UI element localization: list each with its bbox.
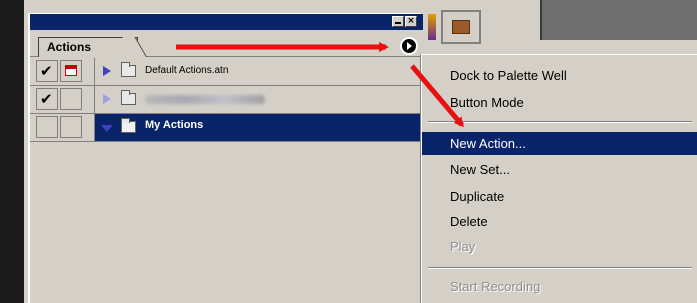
- menu-item-start-recording: Start Recording: [450, 279, 541, 294]
- blurred-set-name: [145, 95, 265, 104]
- checkmark-icon: ✔: [40, 62, 53, 80]
- background-canvas-area: [540, 0, 697, 40]
- action-set-row[interactable]: My Actions: [30, 114, 423, 142]
- set-name: Default Actions.atn: [145, 65, 229, 76]
- toggle-item-checkbox[interactable]: ✔: [36, 88, 58, 110]
- tab-actions[interactable]: Actions: [38, 37, 138, 57]
- expand-triangle-icon[interactable]: [103, 94, 111, 104]
- action-set-list: ✔ Default Actions.atn ✔ My Actions: [30, 58, 488, 142]
- folder-icon: [121, 90, 136, 105]
- toggle-item-checkbox[interactable]: ✔: [36, 60, 58, 82]
- menu-separator: [428, 267, 692, 269]
- set-name-cell[interactable]: Default Actions.atn: [94, 58, 488, 85]
- checkmark-icon: ✔: [40, 90, 53, 108]
- background-thumbnail: [441, 10, 481, 44]
- set-name: My Actions: [145, 119, 204, 131]
- palette-menu-button[interactable]: [400, 37, 418, 55]
- close-icon[interactable]: ×: [405, 16, 417, 27]
- expand-triangle-icon[interactable]: [103, 66, 111, 76]
- palette-titlebar[interactable]: ×: [30, 14, 423, 30]
- background-swatch: [428, 14, 436, 40]
- thumbnail-image: [452, 20, 470, 34]
- menu-item-dock-to-palette-well[interactable]: Dock to Palette Well: [422, 64, 697, 87]
- actions-palette: × Actions ✔ Default Actions.atn ✔ My Act…: [28, 13, 488, 303]
- palette-tabstrip: Actions: [30, 30, 423, 57]
- folder-icon: [121, 62, 136, 77]
- palette-flyout-menu: Dock to Palette Well Button Mode New Act…: [421, 54, 697, 303]
- menu-item-duplicate[interactable]: Duplicate: [422, 185, 697, 208]
- toggle-dialog-checkbox[interactable]: [60, 116, 82, 138]
- minimize-icon[interactable]: [392, 16, 404, 27]
- desktop-edge: [0, 0, 24, 303]
- toggle-dialog-checkbox[interactable]: [60, 88, 82, 110]
- action-set-row[interactable]: ✔ Default Actions.atn: [30, 58, 488, 86]
- folder-icon: [121, 118, 136, 133]
- action-set-row[interactable]: ✔: [30, 86, 423, 114]
- menu-separator: [428, 121, 692, 123]
- menu-item-button-mode[interactable]: Button Mode: [422, 91, 697, 114]
- toggle-dialog-checkbox[interactable]: [60, 60, 82, 82]
- set-name-cell[interactable]: My Actions: [94, 114, 423, 141]
- menu-item-play: Play: [450, 239, 476, 254]
- set-name-cell[interactable]: [94, 86, 423, 113]
- menu-item-delete[interactable]: Delete: [422, 210, 697, 233]
- dialog-icon: [65, 65, 77, 76]
- collapse-triangle-icon[interactable]: [101, 125, 113, 132]
- menu-item-new-set[interactable]: New Set...: [422, 158, 697, 181]
- toggle-item-checkbox[interactable]: [36, 116, 58, 138]
- menu-item-new-action[interactable]: New Action...: [422, 132, 697, 155]
